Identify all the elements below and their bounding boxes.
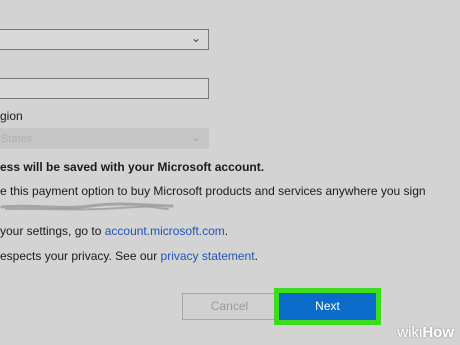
saved-account-heading: ess will be saved with your Microsoft ac… bbox=[0, 160, 265, 174]
privacy-text: espects your privacy. See our privacy st… bbox=[0, 249, 258, 263]
region-select[interactable]: States ⌄ bbox=[0, 128, 209, 149]
privacy-statement-link[interactable]: privacy statement bbox=[161, 249, 255, 263]
chevron-down-icon: ⌄ bbox=[190, 31, 201, 45]
chevron-down-icon: ⌄ bbox=[190, 130, 201, 144]
privacy-text-prefix: espects your privacy. See our bbox=[0, 249, 161, 263]
region-select-value: States bbox=[1, 133, 33, 145]
scribble-mark bbox=[0, 202, 174, 211]
region-label: gion bbox=[0, 109, 23, 123]
top-dropdown[interactable]: ⌄ bbox=[0, 29, 209, 50]
settings-text-suffix: . bbox=[224, 224, 229, 238]
settings-text: your settings, go to account.microsoft.c… bbox=[0, 224, 228, 238]
payment-option-text: e this payment option to buy Microsoft p… bbox=[0, 184, 426, 198]
account-link[interactable]: account.microsoft.com bbox=[105, 224, 225, 238]
cancel-button[interactable]: Cancel bbox=[182, 293, 277, 320]
settings-text-prefix: your settings, go to bbox=[0, 224, 105, 238]
next-button[interactable]: Next bbox=[279, 293, 376, 320]
wikihow-watermark: wikiHow bbox=[397, 324, 454, 341]
text-input-field[interactable] bbox=[0, 78, 209, 99]
watermark-wiki: wiki bbox=[397, 324, 423, 341]
watermark-how: How bbox=[422, 324, 454, 341]
privacy-text-suffix: . bbox=[254, 249, 258, 263]
